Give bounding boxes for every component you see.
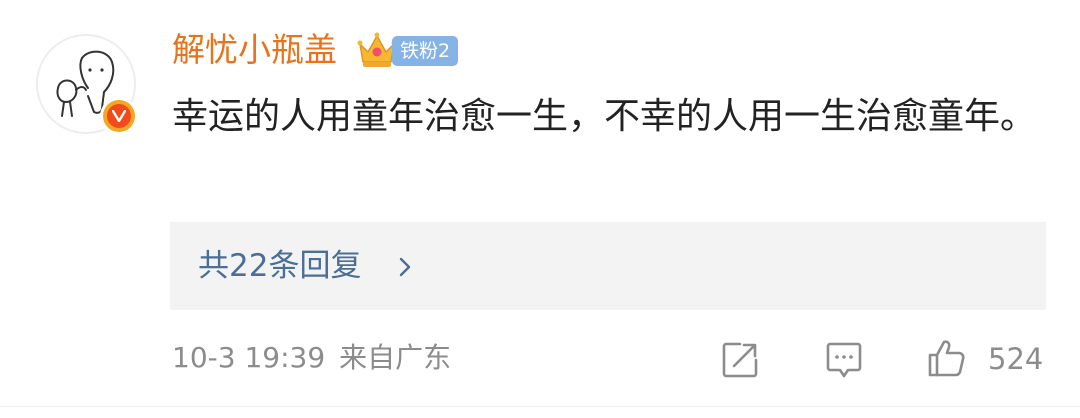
username[interactable]: 解忧小瓶盖 [172,28,337,72]
comment-text: 幸运的人用童年治愈一生，不幸的人用一生治愈童年。 [172,96,1037,137]
like-count: 524 [988,342,1044,376]
thumbs-up-icon[interactable] [926,338,966,378]
share-icon[interactable] [720,340,760,380]
timestamp: 10-3 19:39 [172,341,326,374]
bottom-divider [0,406,1080,407]
location: 来自广东 [339,341,452,374]
chevron-right-icon [399,257,411,277]
replies-box[interactable]: 共22条回复 [170,222,1046,310]
comment-icon[interactable] [824,340,864,380]
fan-level-badge: 铁粉2 [392,36,459,66]
comment-meta: 10-3 19:39 来自广东 [172,338,465,378]
view-replies-link[interactable]: 共22条回复 [198,244,361,288]
verified-badge-icon [100,97,138,135]
